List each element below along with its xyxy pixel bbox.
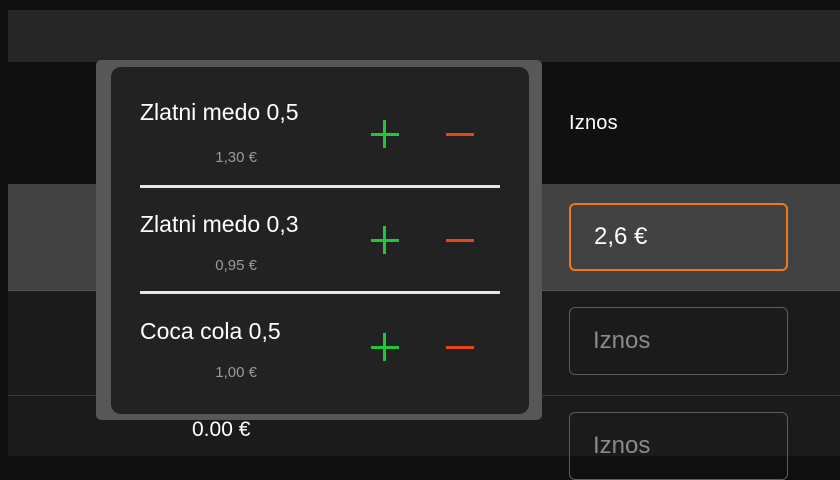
- product-price: 1,30 €: [215, 149, 257, 166]
- plus-icon[interactable]: [370, 225, 400, 255]
- product-price: 1,00 €: [215, 364, 257, 381]
- product-name: Coca cola 0,5: [140, 318, 281, 344]
- amount-input[interactable]: [569, 412, 788, 480]
- product-popup: Zlatni medo 0,5 1,30 € Zlatni medo 0,3 0…: [111, 67, 529, 414]
- minus-icon[interactable]: [444, 332, 476, 362]
- plus-icon[interactable]: [370, 119, 400, 149]
- popup-item: Zlatni medo 0,5 1,30 €: [111, 67, 529, 171]
- minus-icon[interactable]: [444, 119, 476, 149]
- popup-item: Zlatni medo 0,3 0,95 €: [111, 187, 529, 291]
- minus-icon[interactable]: [444, 225, 476, 255]
- amount-input[interactable]: [569, 307, 788, 375]
- product-price: 0,95 €: [215, 257, 257, 274]
- row-total: 0.00 €: [192, 418, 251, 441]
- amount-column-header: Iznos: [569, 112, 618, 134]
- product-name: Zlatni medo 0,3: [140, 211, 299, 237]
- amount-input[interactable]: [569, 203, 788, 271]
- product-name: Zlatni medo 0,5: [140, 99, 299, 125]
- top-bar: [8, 10, 840, 62]
- popup-item: Coca cola 0,5 1,00 €: [111, 292, 529, 396]
- plus-icon[interactable]: [370, 332, 400, 362]
